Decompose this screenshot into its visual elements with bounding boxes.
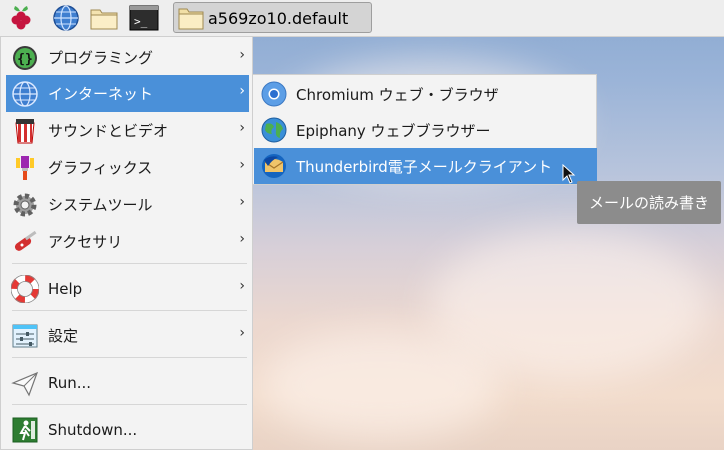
raspberry-menu-icon[interactable] xyxy=(6,3,36,33)
menu-item-sound-video[interactable]: サウンドとビデオ › xyxy=(6,112,249,149)
menu-item-label: Run... xyxy=(48,373,92,392)
mouse-cursor-icon xyxy=(562,163,576,188)
menu-item-run[interactable]: Run... xyxy=(6,364,249,401)
application-menu: {} プログラミング › インターネット › サウンドとビデオ › グラフィック… xyxy=(0,36,253,450)
menu-item-settings[interactable]: 設定 › xyxy=(6,317,249,354)
menu-item-label: グラフィックス xyxy=(48,159,153,177)
menu-item-accessories[interactable]: アクセサリ › xyxy=(6,223,249,260)
system-tools-icon xyxy=(10,190,40,220)
epiphany-icon xyxy=(259,115,289,145)
menu-item-internet[interactable]: インターネット › xyxy=(6,75,249,112)
submenu-arrow-icon: › xyxy=(239,278,245,294)
taskbar-window-button[interactable]: a569zo10.default xyxy=(173,2,372,33)
run-paper-plane-icon xyxy=(10,368,40,398)
submenu-arrow-icon: › xyxy=(239,47,245,63)
menu-item-label: 設定 xyxy=(48,327,79,345)
menu-item-label: サウンドとビデオ xyxy=(48,122,169,140)
chromium-icon xyxy=(259,79,289,109)
top-taskbar: >_ a569zo10.default xyxy=(0,0,724,37)
shutdown-exit-icon xyxy=(10,415,40,445)
submenu-arrow-icon: › xyxy=(239,157,245,173)
menu-item-label: システムツール xyxy=(48,196,153,214)
programming-icon: {} xyxy=(10,43,40,73)
submenu-item-chromium[interactable]: Chromium ウェブ・ブラウザ xyxy=(254,76,597,112)
menu-item-help[interactable]: Help › xyxy=(6,270,249,307)
submenu-arrow-icon: › xyxy=(239,83,245,99)
submenu-item-label: Epiphany ウェブブラウザー xyxy=(296,121,491,140)
internet-submenu: Chromium ウェブ・ブラウザ Epiphany ウェブブラウザー Thun… xyxy=(252,74,597,185)
submenu-item-label: Chromium ウェブ・ブラウザ xyxy=(296,85,499,104)
submenu-arrow-icon: › xyxy=(239,325,245,341)
menu-item-graphics[interactable]: グラフィックス › xyxy=(6,149,249,186)
web-browser-icon[interactable] xyxy=(51,3,81,33)
window-title: a569zo10.default xyxy=(208,9,349,28)
settings-icon xyxy=(10,321,40,351)
submenu-arrow-icon: › xyxy=(239,194,245,210)
menu-separator xyxy=(12,263,247,264)
menu-separator xyxy=(12,404,247,405)
submenu-item-label: Thunderbird電子メールクライアント xyxy=(296,157,553,176)
menu-separator xyxy=(12,357,247,358)
terminal-icon[interactable]: >_ xyxy=(129,3,159,33)
submenu-arrow-icon: › xyxy=(239,120,245,136)
menu-item-label: アクセサリ xyxy=(48,233,123,251)
terminal-glyph: >_ xyxy=(134,15,148,28)
submenu-item-epiphany[interactable]: Epiphany ウェブブラウザー xyxy=(254,112,597,148)
help-lifebuoy-icon xyxy=(10,274,40,304)
menu-item-label: インターネット xyxy=(48,85,154,103)
menu-item-label: Shutdown... xyxy=(48,420,138,439)
graphics-icon xyxy=(10,153,40,183)
submenu-arrow-icon: › xyxy=(239,231,245,247)
tooltip: メールの読み書き xyxy=(577,181,721,224)
internet-globe-icon xyxy=(10,79,40,109)
file-manager-icon[interactable] xyxy=(89,3,119,33)
menu-item-system-tools[interactable]: システムツール › xyxy=(6,186,249,223)
accessories-icon xyxy=(10,227,40,257)
menu-item-label: Help xyxy=(48,279,83,298)
menu-separator xyxy=(12,310,247,311)
menu-item-programming[interactable]: {} プログラミング › xyxy=(6,39,249,76)
folder-icon xyxy=(177,5,205,35)
menu-item-shutdown[interactable]: Shutdown... xyxy=(6,411,249,448)
svg-text:{}: {} xyxy=(17,52,33,67)
submenu-item-thunderbird[interactable]: Thunderbird電子メールクライアント xyxy=(254,148,597,184)
menu-item-label: プログラミング xyxy=(48,49,154,67)
thunderbird-icon xyxy=(259,151,289,181)
wallpaper-cloud xyxy=(260,330,500,440)
sound-video-icon xyxy=(10,116,40,146)
